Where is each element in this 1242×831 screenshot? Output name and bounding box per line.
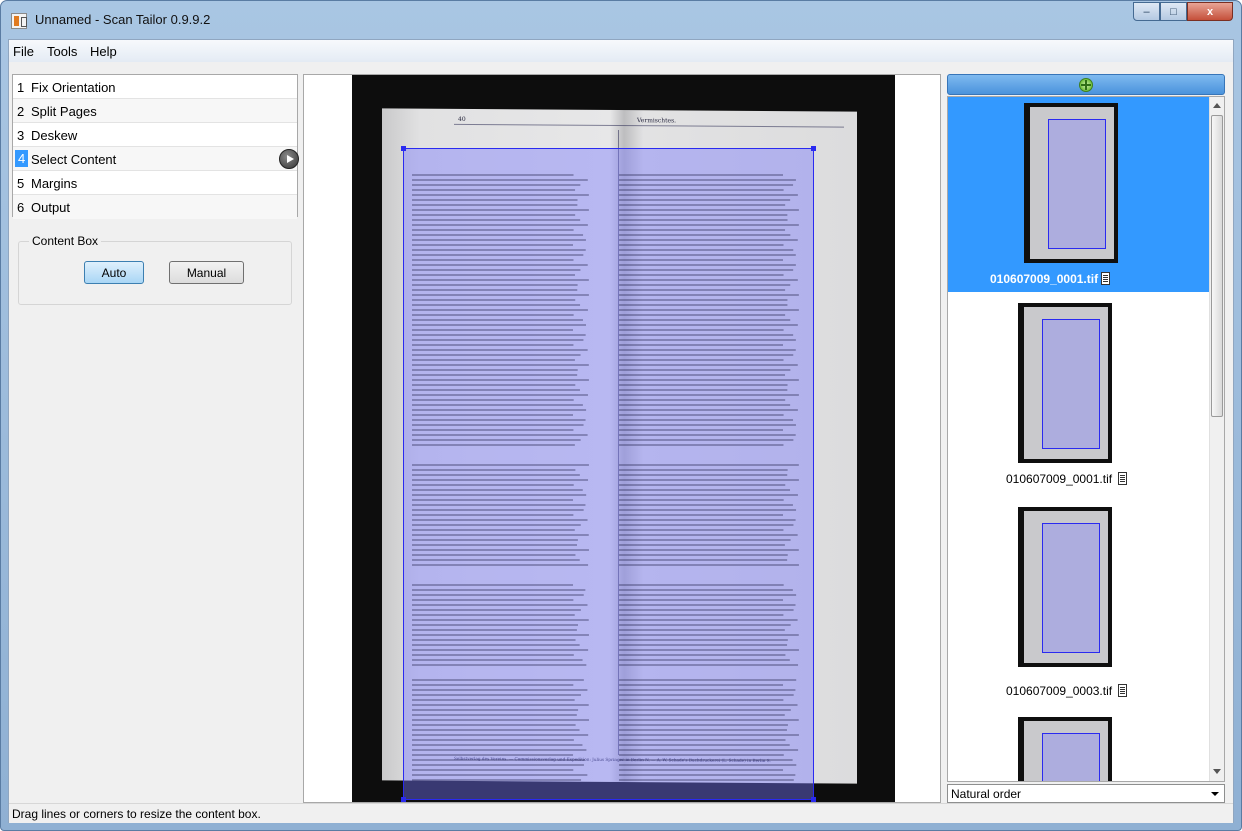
run-batch-play-icon[interactable] <box>279 149 299 169</box>
sort-order-value: Natural order <box>951 787 1022 801</box>
stage-split-pages[interactable]: 2 Split Pages <box>13 99 297 123</box>
stages-list: 1 Fix Orientation 2 Split Pages 3 Deskew… <box>12 74 299 219</box>
manual-button[interactable]: Manual <box>169 261 244 284</box>
thumbnail-item[interactable] <box>1024 103 1118 263</box>
stage-fix-orientation[interactable]: 1 Fix Orientation <box>13 75 297 99</box>
page-layout-icon <box>1118 472 1128 485</box>
thumbnail-page <box>1024 721 1108 781</box>
thumbnail-filename: 010607009_0001.tif <box>1006 472 1113 486</box>
menu-file[interactable]: File <box>13 44 34 59</box>
thumbnail-item[interactable] <box>1018 303 1112 463</box>
stage-select-content[interactable]: 4 Select Content <box>13 147 299 171</box>
stage-margins[interactable]: 5 Margins <box>13 171 297 195</box>
page-layout-icon <box>1118 684 1128 697</box>
menu-bar: File Tools Help <box>9 40 1233 62</box>
stage-number: 5 <box>17 176 25 191</box>
main-client-area: File Tools Help 1 Fix Orientation 2 Spli… <box>8 39 1234 823</box>
page-layout-icon <box>1101 272 1111 285</box>
corner-handle[interactable] <box>811 146 816 151</box>
image-viewer[interactable]: 40 Vermischtes. Selbstverlag des Vereins… <box>303 74 941 803</box>
status-bar: Drag lines or corners to resize the cont… <box>9 803 1233 823</box>
menu-help[interactable]: Help <box>90 44 117 59</box>
corner-handle[interactable] <box>401 146 406 151</box>
thumbnail-label: 010607009_0001.tif <box>1006 472 1128 486</box>
stage-label: Split Pages <box>31 104 97 119</box>
thumbnail-item[interactable] <box>1018 717 1112 781</box>
thumbnail-content-box <box>1042 523 1100 653</box>
window-controls: – □ x <box>1133 2 1233 22</box>
maximize-button[interactable]: □ <box>1160 2 1187 21</box>
auto-button[interactable]: Auto <box>84 261 144 284</box>
minimize-button[interactable]: – <box>1133 2 1160 21</box>
scroll-down-arrow[interactable] <box>1213 769 1221 774</box>
corner-handle[interactable] <box>811 797 816 802</box>
sort-order-dropdown[interactable]: Natural order <box>947 784 1225 803</box>
scrollbar-thumb[interactable] <box>1211 115 1223 417</box>
content-box-overlay[interactable] <box>401 146 816 802</box>
thumbnail-content-box <box>1042 733 1100 781</box>
window-title: Unnamed - Scan Tailor 0.9.9.2 <box>35 12 211 27</box>
expand-arrows-icon[interactable] <box>1079 78 1093 92</box>
page-number: 40 <box>458 115 466 123</box>
stage-number: 4 <box>15 150 29 167</box>
status-text: Drag lines or corners to resize the cont… <box>12 807 261 821</box>
thumbnail-filename: 010607009_0003.tif <box>1006 684 1113 698</box>
stage-label: Select Content <box>31 152 117 167</box>
stage-number: 1 <box>17 80 25 95</box>
stage-label: Margins <box>31 176 78 191</box>
stage-label: Output <box>31 200 71 215</box>
scroll-up-arrow[interactable] <box>1213 103 1221 108</box>
stage-number: 3 <box>17 128 25 143</box>
dropdown-arrow-icon <box>1211 792 1219 796</box>
thumbnail-filename: 010607009_0001.tif <box>990 272 1099 286</box>
thumbnail-scrollbar[interactable] <box>1209 97 1224 781</box>
stage-number: 2 <box>17 104 25 119</box>
close-button[interactable]: x <box>1187 2 1233 21</box>
stage-label: Deskew <box>31 128 78 143</box>
thumbnail-page <box>1024 307 1108 459</box>
content-box-group: Content Box Auto Manual <box>18 234 292 305</box>
stage-number: 6 <box>17 200 25 215</box>
scan-tailor-app-icon <box>11 13 27 29</box>
title-bar[interactable]: Unnamed - Scan Tailor 0.9.9.2 – □ x <box>1 1 1241 39</box>
content-box-title: Content Box <box>29 234 102 248</box>
stage-deskew[interactable]: 3 Deskew <box>13 123 297 147</box>
menu-tools[interactable]: Tools <box>47 44 77 59</box>
stage-label: Fix Orientation <box>31 80 116 95</box>
page-header: Vermischtes. <box>637 117 677 125</box>
header-rule <box>454 123 844 128</box>
app-window: Unnamed - Scan Tailor 0.9.9.2 – □ x File… <box>0 0 1242 831</box>
thumbnail-content-box <box>1048 119 1106 249</box>
corner-handle[interactable] <box>401 797 406 802</box>
thumbnail-label: 010607009_0003.tif <box>1006 684 1128 698</box>
thumbnail-item[interactable] <box>1018 507 1112 667</box>
thumbnail-page <box>1030 107 1114 259</box>
stage-output[interactable]: 6 Output <box>13 195 297 219</box>
thumbnail-toolbar[interactable] <box>947 74 1225 95</box>
thumbnail-content-box <box>1042 319 1100 449</box>
thumbnail-label: 010607009_0001.tif <box>990 272 1111 286</box>
thumbnail-page <box>1024 511 1108 663</box>
text-lines <box>412 174 799 781</box>
thumbnail-list[interactable]: 010607009_0001.tif 010607009_0001.tif 01… <box>947 96 1225 782</box>
